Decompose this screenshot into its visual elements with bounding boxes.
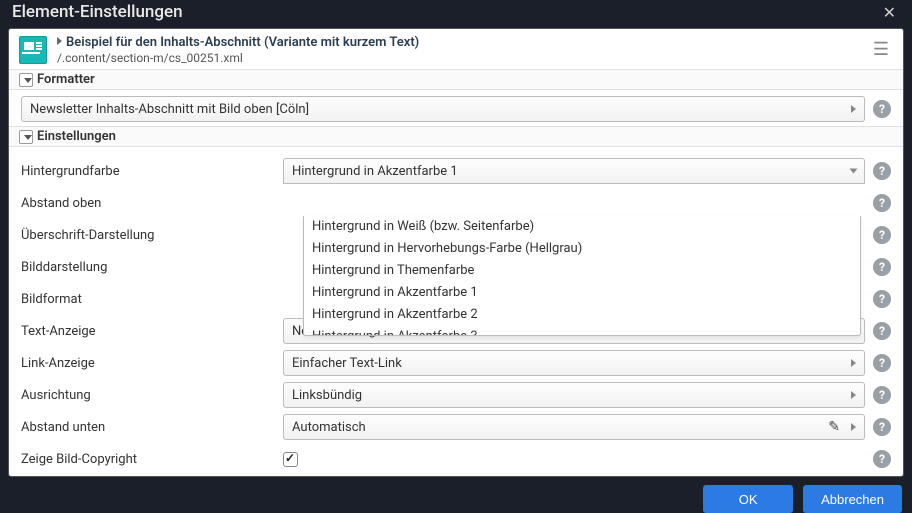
dropdown-item[interactable]: Hintergrund in Weiß (bzw. Seitenfarbe) bbox=[304, 216, 860, 238]
dropdown-item[interactable]: Hintergrund in Akzentfarbe 3 bbox=[304, 326, 860, 336]
setting-label: Abstand oben bbox=[21, 196, 283, 211]
element-settings-modal: Element-Einstellungen ✕ Beispiel für den… bbox=[0, 0, 912, 513]
select-value: Linksbündig bbox=[292, 388, 362, 403]
link-display-select[interactable]: Einfacher Text-Link bbox=[283, 350, 865, 376]
setting-row-bgcolor: Hintergrundfarbe Hintergrund in Akzentfa… bbox=[21, 155, 891, 187]
setting-row-margin-bottom: Abstand unten Automatisch ✎ ? bbox=[21, 411, 891, 443]
hamburger-menu-icon[interactable]: ☰ bbox=[869, 37, 893, 63]
select-value: Einfacher Text-Link bbox=[292, 356, 402, 371]
help-icon[interactable]: ? bbox=[873, 226, 891, 244]
select-value: Hintergrund in Akzentfarbe 1 bbox=[292, 164, 458, 179]
setting-label: Text-Anzeige bbox=[21, 324, 283, 339]
close-icon[interactable]: ✕ bbox=[879, 3, 900, 22]
alignment-select[interactable]: Linksbündig bbox=[283, 382, 865, 408]
setting-row-alignment: Ausrichtung Linksbündig ? bbox=[21, 379, 891, 411]
setting-label: Link-Anzeige bbox=[21, 356, 283, 371]
setting-label: Ausrichtung bbox=[21, 388, 283, 403]
formatter-selected-value: Newsletter Inhalts-Abschnitt mit Bild ob… bbox=[30, 102, 309, 117]
select-value: Automatisch bbox=[292, 420, 366, 435]
margin-bottom-select[interactable]: Automatisch ✎ bbox=[283, 414, 865, 440]
setting-row-margin-top: Abstand oben ? bbox=[21, 187, 891, 219]
settings-section-title: Einstellungen bbox=[37, 129, 116, 144]
setting-label: Abstand unten bbox=[21, 420, 283, 435]
help-icon[interactable]: ? bbox=[873, 418, 891, 436]
dropdown-item[interactable]: Hintergrund in Akzentfarbe 2 bbox=[304, 304, 860, 326]
help-icon[interactable]: ? bbox=[873, 162, 891, 180]
setting-label: Zeige Bild-Copyright bbox=[21, 452, 283, 467]
setting-label: Überschrift-Darstellung bbox=[21, 228, 283, 243]
help-icon[interactable]: ? bbox=[873, 386, 891, 404]
modal-body: Beispiel für den Inhalts-Abschnitt (Vari… bbox=[8, 28, 904, 477]
help-icon[interactable]: ? bbox=[873, 258, 891, 276]
content-header: Beispiel für den Inhalts-Abschnitt (Vari… bbox=[9, 29, 903, 69]
pencil-icon[interactable]: ✎ bbox=[828, 419, 840, 435]
formatter-section-title: Formatter bbox=[37, 72, 95, 87]
bgcolor-dropdown[interactable]: Hintergrund in Weiß (bzw. Seitenfarbe) H… bbox=[303, 216, 861, 336]
chevron-right-icon[interactable] bbox=[57, 37, 62, 45]
formatter-select[interactable]: Newsletter Inhalts-Abschnitt mit Bild ob… bbox=[21, 96, 865, 122]
bgcolor-select[interactable]: Hintergrund in Akzentfarbe 1 bbox=[283, 158, 865, 184]
help-icon[interactable]: ? bbox=[873, 290, 891, 308]
show-copyright-checkbox[interactable] bbox=[283, 452, 298, 467]
modal-footer: OK Abbrechen bbox=[0, 477, 912, 513]
help-icon[interactable]: ? bbox=[873, 354, 891, 372]
content-title: Beispiel für den Inhalts-Abschnitt (Vari… bbox=[57, 35, 859, 50]
cancel-button[interactable]: Abbrechen bbox=[803, 485, 902, 513]
ok-button[interactable]: OK bbox=[703, 485, 793, 513]
help-icon[interactable]: ? bbox=[873, 450, 891, 468]
setting-label: Hintergrundfarbe bbox=[21, 164, 283, 179]
help-icon[interactable]: ? bbox=[873, 322, 891, 340]
setting-label: Bilddarstellung bbox=[21, 260, 283, 275]
dropdown-item[interactable]: Hintergrund in Hervorhebungs-Farbe (Hell… bbox=[304, 238, 860, 260]
dropdown-item[interactable]: Hintergrund in Akzentfarbe 1 bbox=[304, 282, 860, 304]
content-path: /.content/section-m/cs_00251.xml bbox=[57, 51, 859, 65]
dropdown-item[interactable]: Hintergrund in Themenfarbe bbox=[304, 260, 860, 282]
settings-section-header[interactable]: Einstellungen bbox=[9, 126, 903, 147]
modal-titlebar: Element-Einstellungen ✕ bbox=[0, 0, 912, 28]
setting-row-show-copyright: Zeige Bild-Copyright ? bbox=[21, 443, 891, 475]
content-type-icon bbox=[19, 36, 47, 64]
collapse-toggle-icon[interactable] bbox=[19, 130, 33, 144]
formatter-section-header[interactable]: Formatter bbox=[9, 69, 903, 90]
collapse-toggle-icon[interactable] bbox=[19, 73, 33, 87]
modal-title: Element-Einstellungen bbox=[12, 2, 183, 22]
help-icon[interactable]: ? bbox=[873, 100, 891, 118]
setting-label: Bildformat bbox=[21, 292, 283, 307]
setting-row-link-display: Link-Anzeige Einfacher Text-Link ? bbox=[21, 347, 891, 379]
help-icon[interactable]: ? bbox=[873, 194, 891, 212]
